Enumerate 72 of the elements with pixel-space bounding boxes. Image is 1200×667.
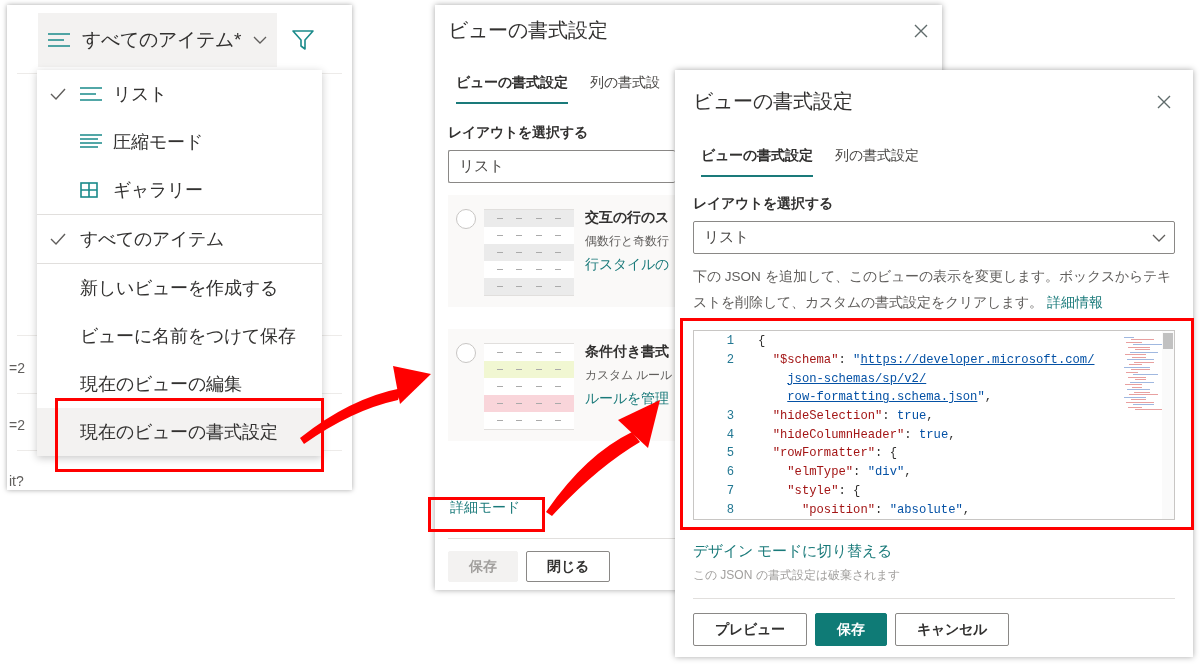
layout-dropdown[interactable]: リスト (448, 150, 675, 183)
design-mode-link[interactable]: デザイン モードに切り替える (693, 542, 893, 561)
scrollbar[interactable] (1162, 331, 1174, 519)
compact-list-icon (80, 134, 102, 150)
checkmark-icon (50, 88, 66, 100)
option-link[interactable]: ルールを管理 (585, 390, 673, 408)
layout-option-card[interactable]: 交互の行のス 偶数行と奇数行 行スタイルの (448, 195, 675, 307)
panel-title: ビューの書式設定 (693, 89, 853, 114)
save-button[interactable]: 保存 (815, 613, 887, 646)
close-icon[interactable] (914, 23, 928, 38)
hint-text: この JSON の書式設定は破棄されます (693, 567, 901, 584)
truncated-text: it? (9, 473, 24, 489)
tab[interactable]: 列の書式設 (590, 66, 660, 104)
field-label: レイアウトを選択する (693, 195, 834, 213)
line-number: 3 (725, 409, 734, 424)
menu-item[interactable]: 現在のビューの編集 (37, 360, 322, 408)
option-description: カスタム ルール (585, 367, 673, 384)
panel-title: ビューの書式設定 (448, 18, 608, 43)
option-title: 条件付き書式 (585, 343, 670, 361)
line-number: 4 (725, 427, 734, 442)
menu-item[interactable]: すべてのアイテム (37, 215, 322, 263)
menu-item[interactable]: 新しいビューを作成する (37, 264, 322, 312)
code-line: "style": { (786, 483, 861, 498)
line-number: 1 (725, 334, 734, 349)
checkmark-icon (50, 233, 66, 245)
line-number: 7 (725, 483, 734, 498)
option-description: 偶数行と奇数行 (585, 233, 669, 250)
option-title: 交互の行のス (585, 209, 669, 227)
code-line: row-formatting.schema.json", (786, 390, 993, 405)
radio-button[interactable] (456, 209, 476, 229)
truncated-text: =2 (9, 360, 25, 376)
line-number: 2 (725, 353, 734, 368)
layout-option-card[interactable]: 条件付き書式 カスタム ルール ルールを管理 (448, 329, 675, 441)
code-editor[interactable] (693, 330, 1175, 520)
menu-item[interactable]: 圧縮モード (37, 118, 322, 166)
line-number: 6 (725, 465, 734, 480)
action-button[interactable]: キャンセル (895, 613, 1009, 646)
menu-item[interactable]: ギャラリー (37, 166, 322, 214)
tab[interactable]: ビューの書式設定 (701, 139, 813, 177)
code-line: "rowFormatter": { (771, 446, 897, 461)
code-line: "hideSelection": true, (771, 409, 934, 424)
advanced-mode-link[interactable]: 詳細モード (450, 499, 520, 517)
truncated-text: =2 (9, 417, 25, 433)
list-icon (48, 33, 70, 47)
view-selector[interactable]: すべてのアイテム* (38, 13, 277, 67)
option-link[interactable]: 行スタイルの (585, 256, 669, 274)
close-icon[interactable] (1157, 94, 1171, 109)
code-line: { (758, 334, 766, 349)
layout-dropdown[interactable]: リスト (693, 221, 1175, 254)
list-icon (80, 87, 102, 101)
code-line: "elmType": "div", (786, 465, 912, 480)
chevron-down-icon (1152, 233, 1166, 242)
action-button[interactable]: プレビュー (693, 613, 807, 646)
code-line: "hideColumnHeader": true, (771, 427, 956, 442)
tab[interactable]: 列の書式設定 (835, 139, 919, 177)
action-button[interactable]: 閉じる (526, 551, 610, 582)
learn-more-link[interactable]: 詳細情報 (1046, 295, 1103, 310)
radio-button[interactable] (456, 343, 476, 363)
grid-icon (80, 182, 98, 198)
filter-icon[interactable] (292, 29, 314, 51)
line-number: 8 (725, 502, 734, 517)
menu-item[interactable]: リスト (37, 70, 322, 118)
tab[interactable]: ビューの書式設定 (456, 66, 568, 104)
code-line: "$schema": "https://developer.microsoft.com/ (771, 353, 1095, 368)
menu-item[interactable]: ビューに名前をつけて保存 (37, 312, 322, 360)
menu-item[interactable]: 現在のビューの書式設定 (37, 408, 322, 456)
description-text: 下の JSON を追加して、このビューの表示を変更します。ボックスからテキストを削除して、カスタムの書式設定をクリアします。 詳細情報 (693, 268, 1172, 312)
field-label: レイアウトを選択する (448, 124, 589, 142)
chevron-down-icon (253, 36, 268, 44)
code-line: "position": "absolute", (800, 502, 971, 517)
line-number: 5 (725, 446, 734, 461)
code-line: json-schemas/sp/v2/ (786, 371, 927, 386)
